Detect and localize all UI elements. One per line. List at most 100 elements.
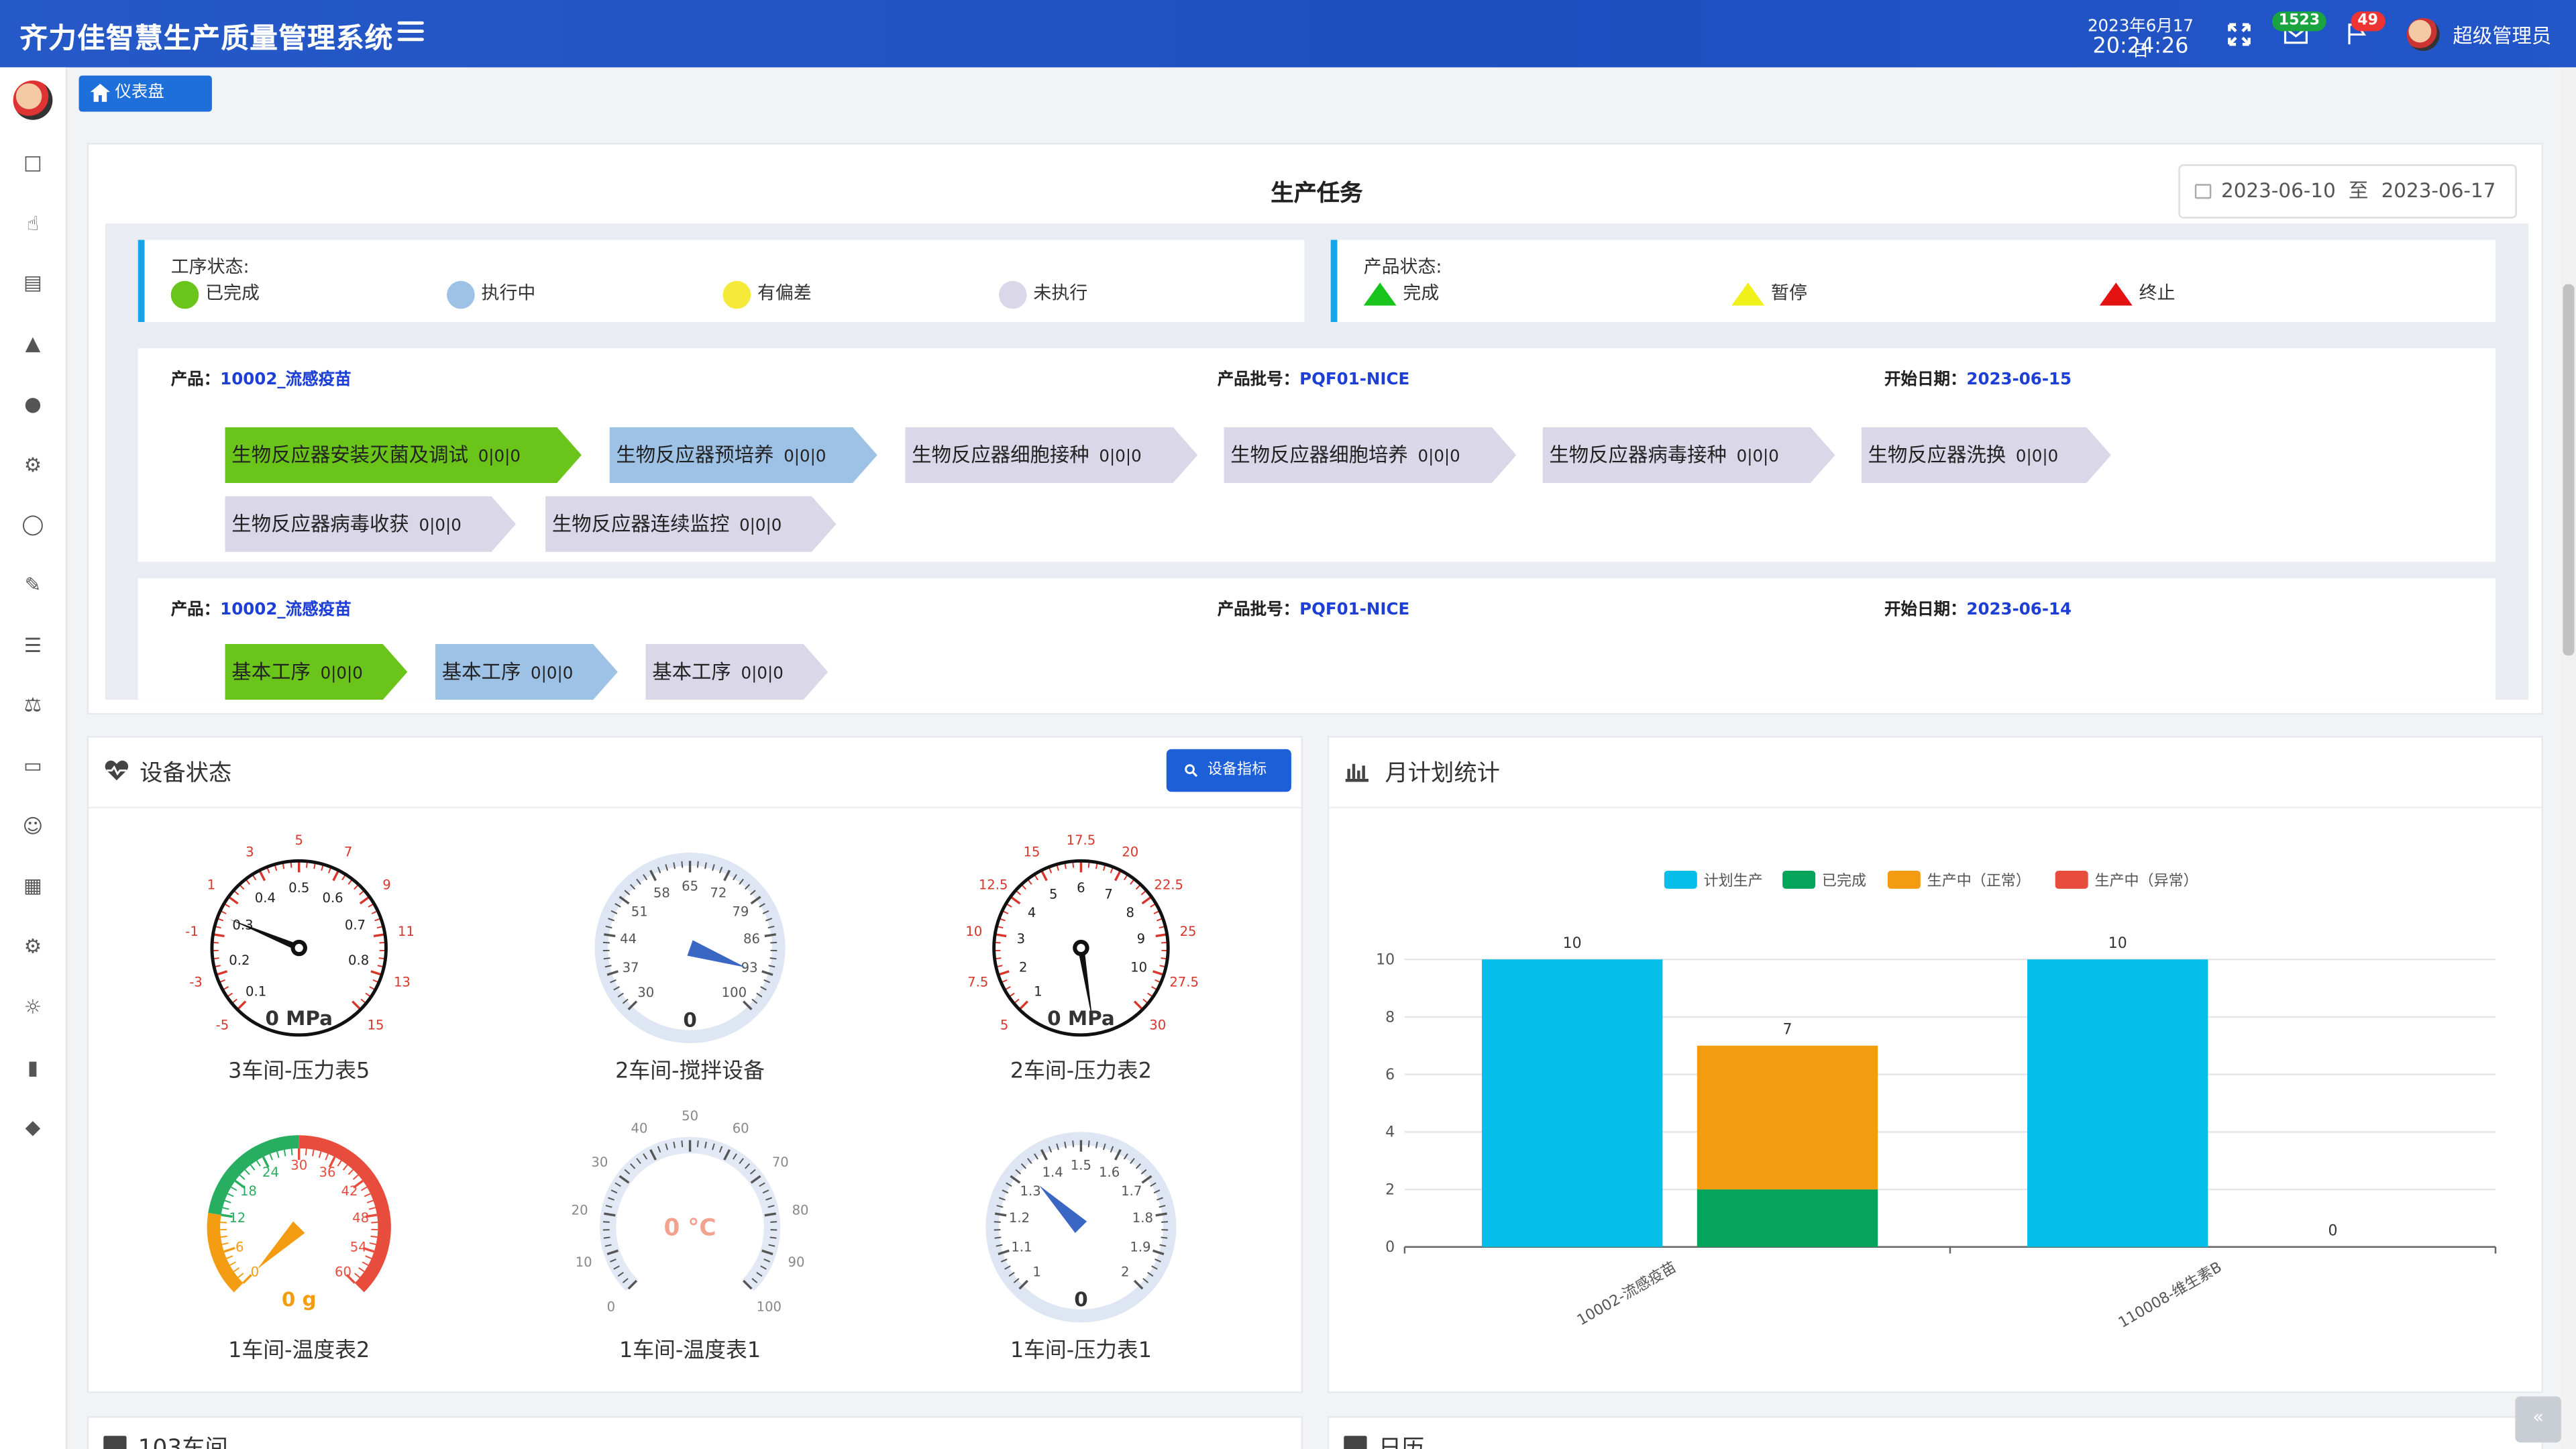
gauge-pivot-inner: [294, 943, 303, 953]
status-dot: [722, 280, 751, 309]
gauge-tick-label: 6: [235, 1239, 244, 1254]
process-step[interactable]: 生物反应器洗换 0|0|0: [1862, 427, 2111, 483]
settings-group-icon[interactable]: ⚙: [21, 453, 44, 476]
back-to-top-button[interactable]: «: [2515, 1396, 2561, 1443]
gauge-inner-label: 0.2: [229, 953, 250, 968]
scrollbar-thumb[interactable]: [2563, 284, 2575, 656]
gauge-readout: 0 MPa: [265, 1007, 332, 1030]
gauge-tick: [1018, 1000, 1028, 1011]
gauge-tick-label: 1: [1032, 1265, 1040, 1280]
gauge-tick: [373, 933, 386, 938]
process-step[interactable]: 生物反应器细胞培养 0|0|0: [1224, 427, 1516, 483]
monitor-icon[interactable]: ▭: [21, 754, 44, 777]
mail-badge: 1523: [2271, 11, 2326, 32]
gauge-inner-label: 10: [1130, 959, 1147, 975]
database-icon[interactable]: ●: [21, 392, 44, 415]
date-range-picker[interactable]: 2023-06-10 至 2023-06-17: [2178, 164, 2517, 219]
bar-data-label: 0: [2328, 1223, 2338, 1240]
plan-title: 月计划统计: [1385, 760, 1500, 788]
gauge-tick: [276, 1151, 280, 1159]
breadcrumb-dashboard-tab[interactable]: 仪表盘: [78, 75, 212, 112]
gauge-tick-label: 25: [1180, 924, 1197, 939]
gauge-tick: [1010, 896, 1021, 905]
gauge-tick-label: 13: [394, 974, 411, 989]
gauge-tick-label: 50: [682, 1108, 698, 1124]
diamond-icon[interactable]: ◆: [21, 1116, 44, 1138]
gauge-tick-label: 10: [965, 924, 982, 939]
product-link[interactable]: 10002_流感疫苗: [220, 371, 351, 389]
gauge-tick: [994, 933, 1007, 938]
process-step[interactable]: 生物反应器病毒接种 0|0|0: [1543, 427, 1835, 483]
gauge-tick-label: 42: [341, 1183, 358, 1199]
gauge-tick: [337, 1160, 342, 1167]
sidebar-avatar[interactable]: [13, 80, 53, 120]
page-scrollbar[interactable]: [2561, 67, 2576, 1449]
gear-icon[interactable]: ⚙: [21, 935, 44, 958]
gauge-tick-label: 24: [262, 1165, 279, 1180]
y-tick-label: 4: [1385, 1124, 1395, 1141]
process-step[interactable]: 基本工序 0|0|0: [225, 644, 408, 700]
user-name[interactable]: 超级管理员: [2453, 21, 2551, 50]
gauge-tick: [269, 1153, 273, 1161]
gauge-tick-label: 51: [631, 904, 648, 920]
x-tick-label: 10002-流感疫苗: [1574, 1259, 1679, 1330]
shield-icon[interactable]: ◯: [21, 513, 44, 536]
workshop-panel: 103车间: [87, 1416, 1303, 1449]
gauge-tick: [1155, 933, 1167, 938]
process-step[interactable]: 生物反应器病毒收获 0|0|0: [225, 496, 516, 552]
gauge-tick: [369, 1242, 376, 1245]
fullscreen-icon[interactable]: [2228, 21, 2254, 48]
heartbeat-icon: [105, 760, 129, 781]
date-separator: 至: [2349, 178, 2369, 203]
folder-icon[interactable]: □: [21, 151, 44, 174]
equipment-title: 设备状态: [140, 760, 232, 788]
gauge-tick-label: 1.7: [1121, 1183, 1142, 1199]
process-step[interactable]: 生物反应器安装灭菌及调试 0|0|0: [225, 427, 582, 483]
process-step[interactable]: 生物反应器连续监控 0|0|0: [545, 496, 836, 552]
gauge-tick-label: 12.5: [979, 877, 1008, 892]
book-closed-icon[interactable]: ▮: [21, 1055, 44, 1078]
gauge-tick-label: 100: [757, 1299, 782, 1314]
step-count: 0|0|0: [320, 665, 363, 684]
legend-item-running: 执行中: [447, 279, 535, 309]
cog-icon[interactable]: ☼: [21, 996, 44, 1018]
mail-icon[interactable]: 1523: [2271, 11, 2326, 48]
gauge-dial: -5-3-1135791113150.10.20.30.40.50.60.70.…: [185, 833, 415, 1037]
bank-icon[interactable]: ▲: [21, 332, 44, 355]
user-avatar[interactable]: [2406, 17, 2440, 51]
bar-data-label: 10: [1563, 935, 1582, 952]
bar-data-label: 7: [1782, 1022, 1792, 1038]
user-search-icon[interactable]: ☺: [21, 814, 44, 837]
scale-icon[interactable]: ⚖: [21, 694, 44, 716]
step-count: 0|0|0: [419, 517, 462, 536]
gauge-tick-label: 1.1: [1011, 1239, 1032, 1254]
gauge-tick-label: 54: [350, 1239, 367, 1254]
gauge-tick: [233, 1267, 240, 1273]
thumb-up-icon[interactable]: ☝: [21, 211, 44, 234]
gauge-tick: [769, 1236, 777, 1239]
gauge-tick-label: 1.3: [1020, 1183, 1041, 1199]
product-link[interactable]: 10002_流感疫苗: [220, 601, 351, 619]
gauge-readout: 0 MPa: [1047, 1007, 1114, 1030]
legend-item-done: 已完成: [170, 279, 260, 309]
process-step[interactable]: 基本工序 0|0|0: [645, 644, 828, 700]
gauge-tick-label: 20: [572, 1203, 588, 1218]
bar-chart-icon[interactable]: ▦: [21, 875, 44, 898]
equipment-index-button[interactable]: 设备指标: [1166, 749, 1291, 792]
process-step[interactable]: 基本工序 0|0|0: [435, 644, 618, 700]
process-step[interactable]: 生物反应器预培养 0|0|0: [610, 427, 877, 483]
step-name: 生物反应器细胞接种: [912, 443, 1089, 467]
menu-toggle-icon[interactable]: [397, 18, 424, 44]
gauge-tick: [236, 1000, 247, 1011]
process-step[interactable]: 生物反应器细胞接种 0|0|0: [905, 427, 1197, 483]
gauge-tick-label: 7: [344, 844, 352, 859]
gauge-tick-label: 1.8: [1132, 1210, 1153, 1226]
gauge-inner-label: 2: [1019, 959, 1027, 975]
flag-icon[interactable]: 49: [2346, 11, 2385, 48]
legend-item-deviation: 有偏差: [722, 279, 812, 309]
document-copy-icon[interactable]: ▤: [21, 272, 44, 294]
legend-swatch: [1664, 870, 1697, 889]
book-icon[interactable]: ☰: [21, 633, 44, 656]
pen-icon[interactable]: ✎: [21, 573, 44, 596]
gauge-tick-label: 3: [246, 844, 254, 859]
